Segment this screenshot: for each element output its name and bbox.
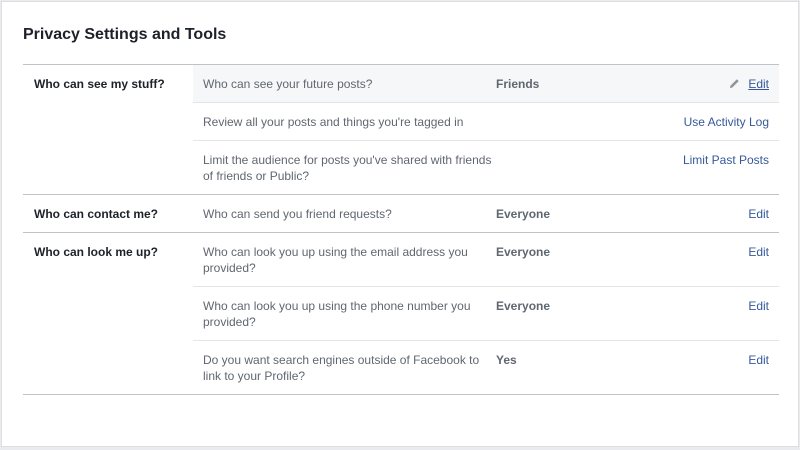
- setting-question: Do you want search engines outside of Fa…: [203, 353, 480, 383]
- setting-row-future-posts[interactable]: Who can see your future posts? Friends E…: [193, 65, 779, 103]
- setting-row-phone-lookup: Who can look you up using the phone numb…: [193, 287, 779, 341]
- use-activity-log-link[interactable]: Use Activity Log: [684, 114, 769, 130]
- privacy-settings-panel: Privacy Settings and Tools Who can see m…: [1, 1, 799, 447]
- settings-table: Who can see my stuff? Who can see your f…: [23, 64, 779, 395]
- section-who-can-look-me-up: Who can look me up? Who can look you up …: [23, 233, 779, 395]
- edit-friend-requests-link[interactable]: Edit: [748, 206, 769, 222]
- setting-question: Who can send you friend requests?: [203, 207, 392, 221]
- edit-future-posts-button[interactable]: Edit: [729, 76, 769, 92]
- pencil-icon: [730, 79, 740, 89]
- page-title: Privacy Settings and Tools: [23, 26, 227, 43]
- edit-search-engines-link[interactable]: Edit: [748, 352, 769, 368]
- section-label: Who can contact me?: [34, 207, 159, 221]
- edit-email-lookup-link[interactable]: Edit: [748, 244, 769, 260]
- setting-question: Who can look you up using the phone numb…: [203, 299, 471, 329]
- section-label: Who can look me up?: [34, 245, 159, 259]
- section-who-can-contact-me: Who can contact me? Who can send you fri…: [23, 195, 779, 233]
- setting-value: Friends: [496, 77, 540, 91]
- limit-past-posts-link[interactable]: Limit Past Posts: [683, 152, 769, 168]
- setting-question: Who can see your future posts?: [203, 77, 373, 91]
- setting-row-friend-requests: Who can send you friend requests? Everyo…: [193, 195, 779, 232]
- section-rows: Who can send you friend requests? Everyo…: [193, 195, 779, 232]
- section-who-can-see-my-stuff: Who can see my stuff? Who can see your f…: [23, 65, 779, 195]
- section-label: Who can see my stuff?: [34, 77, 165, 91]
- setting-value: Yes: [496, 353, 517, 367]
- setting-row-email-lookup: Who can look you up using the email addr…: [193, 233, 779, 287]
- section-rows: Who can see your future posts? Friends E…: [193, 65, 779, 194]
- setting-question: Who can look you up using the email addr…: [203, 245, 468, 275]
- setting-row-limit-past-posts: Limit the audience for posts you've shar…: [193, 141, 779, 194]
- edit-label: Edit: [748, 77, 769, 91]
- setting-row-review-posts: Review all your posts and things you're …: [193, 103, 779, 141]
- setting-value: Everyone: [496, 299, 551, 313]
- edit-phone-lookup-link[interactable]: Edit: [748, 298, 769, 314]
- setting-value: Everyone: [496, 245, 551, 259]
- setting-question: Limit the audience for posts you've shar…: [203, 153, 492, 183]
- setting-value: Everyone: [496, 207, 551, 221]
- setting-row-search-engines: Do you want search engines outside of Fa…: [193, 341, 779, 394]
- section-rows: Who can look you up using the email addr…: [193, 233, 779, 394]
- setting-question: Review all your posts and things you're …: [203, 115, 464, 129]
